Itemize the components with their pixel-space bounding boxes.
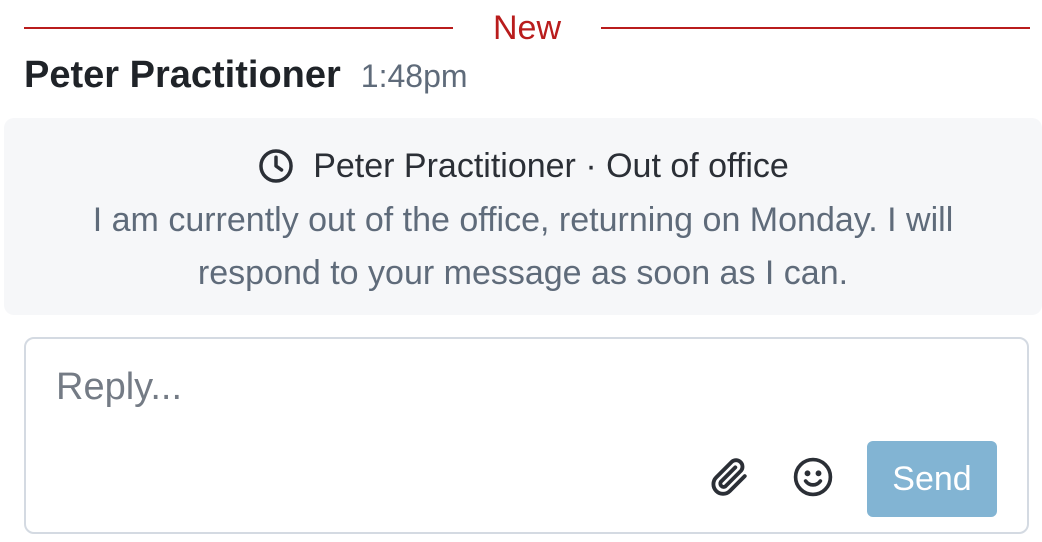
smiley-icon (791, 455, 835, 504)
message-header: Peter Practitioner 1:48pm (24, 54, 468, 104)
new-messages-divider: New (24, 8, 1030, 48)
emoji-button[interactable] (783, 449, 843, 509)
reply-input[interactable] (56, 359, 956, 415)
send-button[interactable]: Send (867, 441, 997, 517)
reply-actions: Send (699, 441, 997, 517)
reply-composer: Send (24, 337, 1029, 534)
out-of-office-message: I am currently out of the office, return… (92, 201, 954, 292)
message-timestamp: 1:48pm (360, 58, 468, 94)
sender-name[interactable]: Peter Practitioner (24, 54, 341, 97)
clock-icon (257, 147, 295, 185)
out-of-office-title-text: Peter Practitioner · Out of office (313, 146, 789, 185)
out-of-office-title: Peter Practitioner · Out of office (257, 144, 789, 188)
divider-line-right (601, 27, 1030, 29)
paperclip-icon (708, 456, 750, 503)
new-label: New (492, 9, 562, 47)
attach-button[interactable] (699, 449, 759, 509)
out-of-office-card: Peter Practitioner · Out of office I am … (4, 118, 1042, 315)
divider-line-left (24, 27, 453, 29)
chat-thread: New Peter Practitioner 1:48pm Peter Prac… (0, 0, 1042, 542)
